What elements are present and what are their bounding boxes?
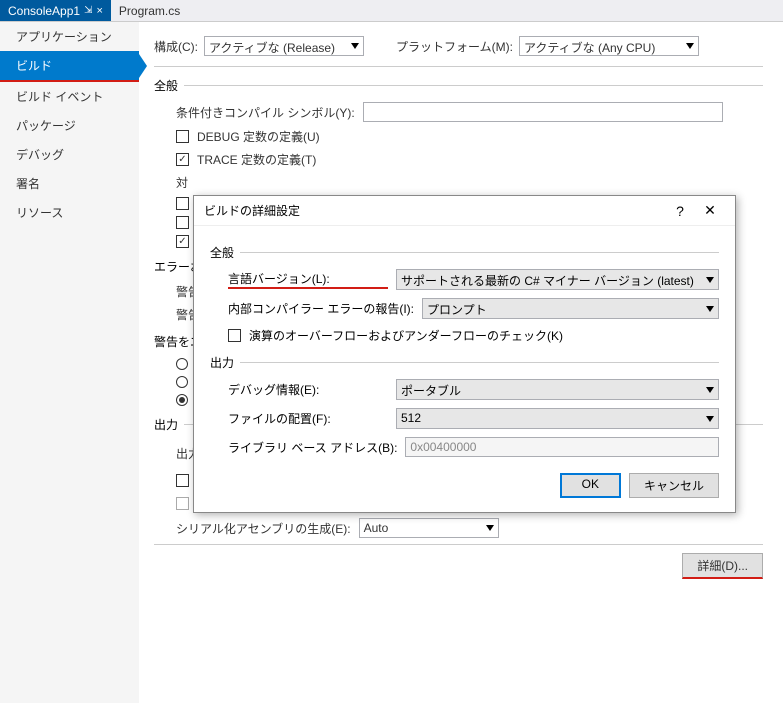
pin-icon[interactable]: ⇲ xyxy=(84,5,92,16)
lib-base-input[interactable]: 0x00400000 xyxy=(405,437,719,457)
overflow-label: 演算のオーバーフローおよびアンダーフローのチェック(K) xyxy=(249,327,563,344)
checkbox-hidden3[interactable]: ✓ xyxy=(176,235,189,248)
sidebar-item-package[interactable]: パッケージ xyxy=(0,111,139,140)
section-output: 出力 xyxy=(154,416,178,433)
xml-doc-checkbox[interactable]: ✓ xyxy=(176,474,189,487)
platform-label: プラットフォーム(M): xyxy=(396,38,513,55)
platform-dropdown[interactable]: アクティブな (Any CPU) xyxy=(519,36,699,56)
tab-label: ConsoleApp1 xyxy=(8,4,80,18)
sidebar-item-build-events[interactable]: ビルド イベント xyxy=(0,82,139,111)
trace-const-checkbox[interactable]: ✓ xyxy=(176,153,189,166)
config-dropdown[interactable]: アクティブな (Release) xyxy=(204,36,364,56)
dialog-title: ビルドの詳細設定 xyxy=(204,202,665,219)
advanced-build-dialog: ビルドの詳細設定 ? ✕ 全般 言語バージョン(L): サポートされる最新の C… xyxy=(193,195,736,513)
editor-tabs: ConsoleApp1 ⇲ × Program.cs xyxy=(0,0,783,22)
radio-all[interactable] xyxy=(176,394,188,406)
lang-version-label: 言語バージョン(L): xyxy=(228,270,388,289)
properties-sidebar: アプリケーション ビルド ビルド イベント パッケージ デバッグ 署名 リソース xyxy=(0,22,140,703)
compiler-err-label: 内部コンパイラー エラーの報告(I): xyxy=(228,300,414,317)
radio-none[interactable] xyxy=(176,358,188,370)
debug-info-label: デバッグ情報(E): xyxy=(228,381,388,398)
tab-label: Program.cs xyxy=(119,4,180,18)
tab-active[interactable]: ConsoleApp1 ⇲ × xyxy=(0,0,111,21)
com-interop-checkbox: ✓ xyxy=(176,497,189,510)
compiler-err-dropdown[interactable]: プロンプト xyxy=(422,298,719,319)
file-align-dropdown[interactable]: 512 xyxy=(396,408,719,429)
tab-inactive[interactable]: Program.cs xyxy=(111,0,188,21)
advanced-button[interactable]: 詳細(D)... xyxy=(682,553,763,579)
section-general: 全般 xyxy=(154,77,178,94)
sidebar-item-resources[interactable]: リソース xyxy=(0,198,139,227)
serialize-label: シリアル化アセンブリの生成(E): xyxy=(176,520,351,537)
dialog-section-general: 全般 xyxy=(210,244,234,261)
ok-button[interactable]: OK xyxy=(560,473,621,498)
close-icon[interactable]: × xyxy=(96,5,102,17)
sidebar-item-application[interactable]: アプリケーション xyxy=(0,22,139,51)
debug-const-label: DEBUG 定数の定義(U) xyxy=(197,128,320,145)
cond-symbols-label: 条件付きコンパイル シンボル(Y): xyxy=(176,104,355,121)
checkbox-hidden1[interactable]: ✓ xyxy=(176,197,189,210)
debug-info-dropdown[interactable]: ポータブル xyxy=(396,379,719,400)
dialog-section-output: 出力 xyxy=(210,354,234,371)
close-icon[interactable]: ✕ xyxy=(695,202,725,219)
file-align-label: ファイルの配置(F): xyxy=(228,410,388,427)
lib-base-label: ライブラリ ベース アドレス(B): xyxy=(228,439,397,456)
sidebar-item-build[interactable]: ビルド xyxy=(0,51,139,82)
trace-const-label: TRACE 定数の定義(T) xyxy=(197,151,316,168)
sidebar-item-debug[interactable]: デバッグ xyxy=(0,140,139,169)
lang-version-dropdown[interactable]: サポートされる最新の C# マイナー バージョン (latest) xyxy=(396,269,719,290)
serialize-dropdown[interactable]: Auto xyxy=(359,518,499,538)
sidebar-item-signing[interactable]: 署名 xyxy=(0,169,139,198)
help-icon[interactable]: ? xyxy=(665,203,695,219)
overflow-checkbox[interactable]: ✓ xyxy=(228,329,241,342)
debug-const-checkbox[interactable]: ✓ xyxy=(176,130,189,143)
cancel-button[interactable]: キャンセル xyxy=(629,473,719,498)
checkbox-hidden2[interactable]: ✓ xyxy=(176,216,189,229)
target-label: 対 xyxy=(176,174,336,191)
cond-symbols-input[interactable] xyxy=(363,102,723,122)
config-label: 構成(C): xyxy=(154,38,198,55)
radio-specific[interactable] xyxy=(176,376,188,388)
